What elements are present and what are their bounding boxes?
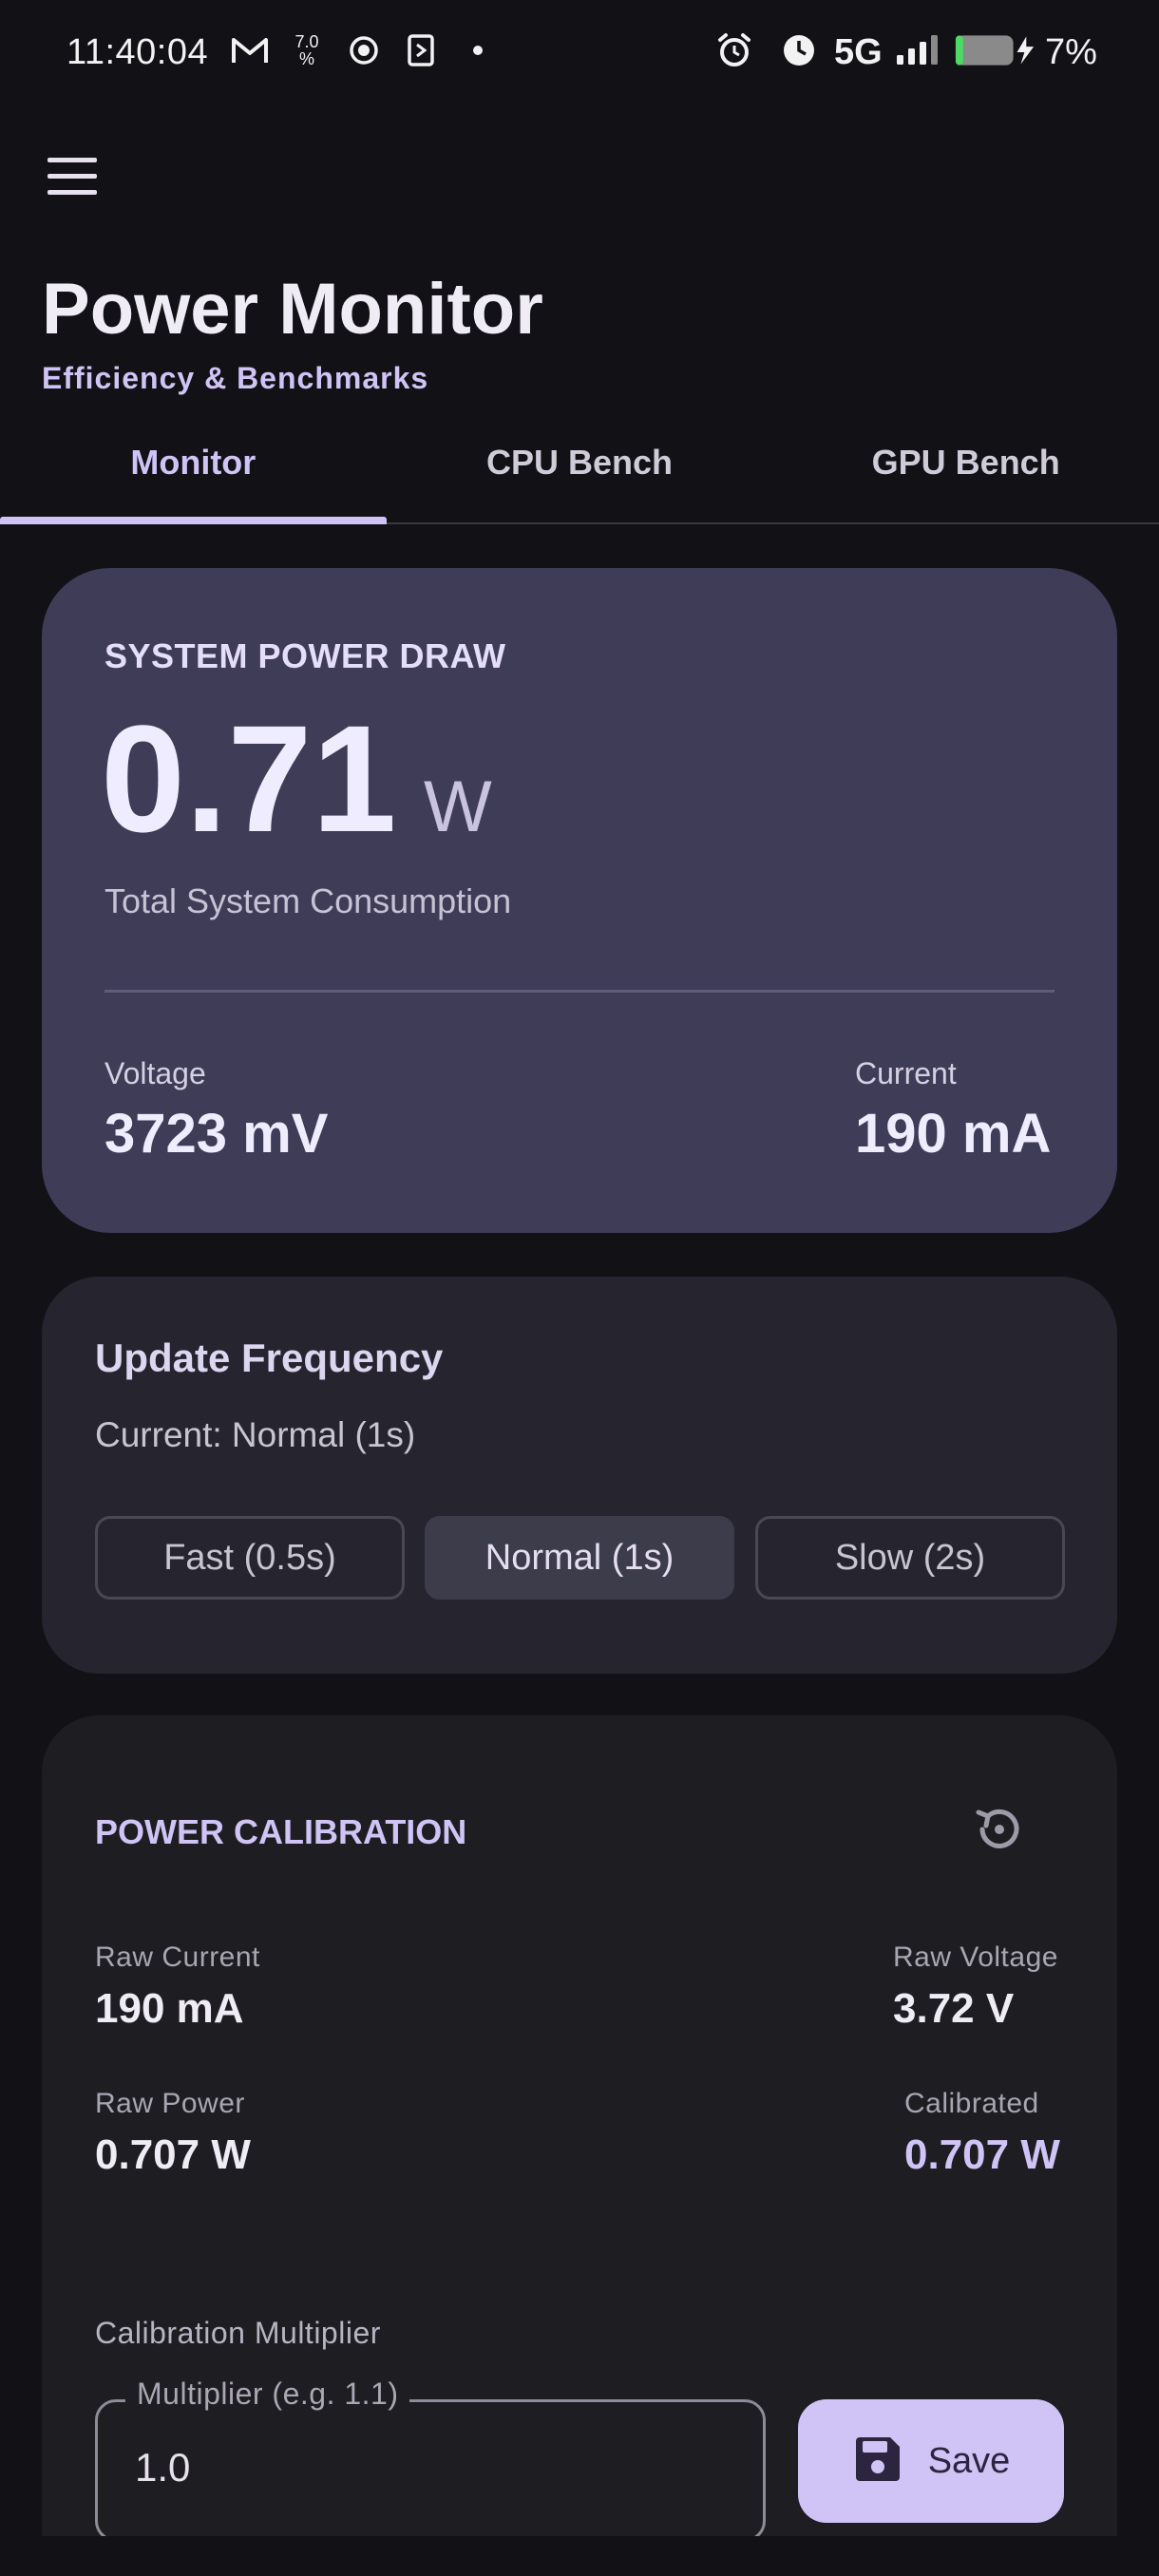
tab-bar: Monitor CPU Bench GPU Bench	[0, 418, 1159, 524]
frequency-current: Current: Normal (1s)	[95, 1415, 416, 1454]
power-value: 0.71	[101, 693, 397, 863]
multiplier-input-field[interactable]	[95, 2399, 766, 2542]
app-subtitle: Efficiency & Benchmarks	[42, 361, 429, 395]
tab-monitor[interactable]: Monitor	[0, 418, 387, 524]
multiplier-input-value[interactable]: 1.0	[135, 2445, 190, 2491]
power-draw-label: SYSTEM POWER DRAW	[104, 636, 506, 675]
power-unit: W	[424, 767, 492, 847]
frequency-slow-button[interactable]: Slow (2s)	[755, 1516, 1065, 1600]
multiplier-field-label: Multiplier (e.g. 1.1)	[125, 2377, 410, 2412]
multiplier-section-label: Calibration Multiplier	[95, 2316, 381, 2350]
raw-voltage-label: Raw Voltage	[893, 1941, 1058, 1973]
raw-current-value: 190 mA	[95, 1985, 244, 2032]
battery-charging-icon	[954, 28, 1039, 72]
record-icon	[342, 28, 386, 72]
tab-cpu-bench[interactable]: CPU Bench	[387, 418, 773, 522]
menu-icon[interactable]	[48, 158, 99, 205]
save-button[interactable]: Save	[798, 2399, 1064, 2523]
app-title: Power Monitor	[42, 269, 543, 350]
raw-voltage-value: 3.72 V	[893, 1985, 1015, 2032]
bottom-edge	[0, 2536, 1159, 2576]
frequency-normal-button[interactable]: Normal (1s)	[425, 1516, 734, 1600]
frequency-fast-button[interactable]: Fast (0.5s)	[95, 1516, 405, 1600]
clock-icon	[777, 28, 821, 72]
save-label: Save	[927, 2440, 1011, 2481]
status-time: 11:40:04	[66, 32, 209, 72]
gmail-icon	[228, 28, 272, 72]
calibration-title: POWER CALIBRATION	[95, 1812, 467, 1851]
alarm-icon	[712, 28, 756, 72]
voltage-value: 3723 mV	[104, 1103, 329, 1165]
status-bar: 11:40:04 7.0% 5G 7%	[0, 0, 1159, 110]
battery-percent: 7%	[1045, 32, 1097, 72]
dot-icon	[464, 28, 492, 72]
raw-power-value: 0.707 W	[95, 2131, 251, 2178]
tab-gpu-bench[interactable]: GPU Bench	[772, 418, 1159, 522]
data-rate-percent-glyph: %	[298, 49, 314, 68]
data-rate-icon: 7.0%	[285, 28, 329, 72]
reset-calibration-icon[interactable]	[969, 1799, 1030, 1860]
power-description: Total System Consumption	[104, 881, 512, 920]
nfc-icon	[399, 28, 443, 72]
divider	[104, 990, 1054, 993]
current-label: Current	[855, 1056, 957, 1090]
calibrated-value: 0.707 W	[904, 2131, 1060, 2178]
voltage-label: Voltage	[104, 1056, 206, 1090]
network-type: 5G	[834, 32, 883, 72]
data-rate-value: 7.0	[294, 32, 319, 51]
calibrated-label: Calibrated	[904, 2088, 1039, 2119]
frequency-title: Update Frequency	[95, 1335, 444, 1380]
raw-current-label: Raw Current	[95, 1941, 260, 1973]
raw-power-label: Raw Power	[95, 2088, 245, 2119]
signal-icon	[893, 28, 942, 72]
current-value: 190 mA	[855, 1103, 1052, 1165]
save-icon	[852, 2434, 903, 2490]
